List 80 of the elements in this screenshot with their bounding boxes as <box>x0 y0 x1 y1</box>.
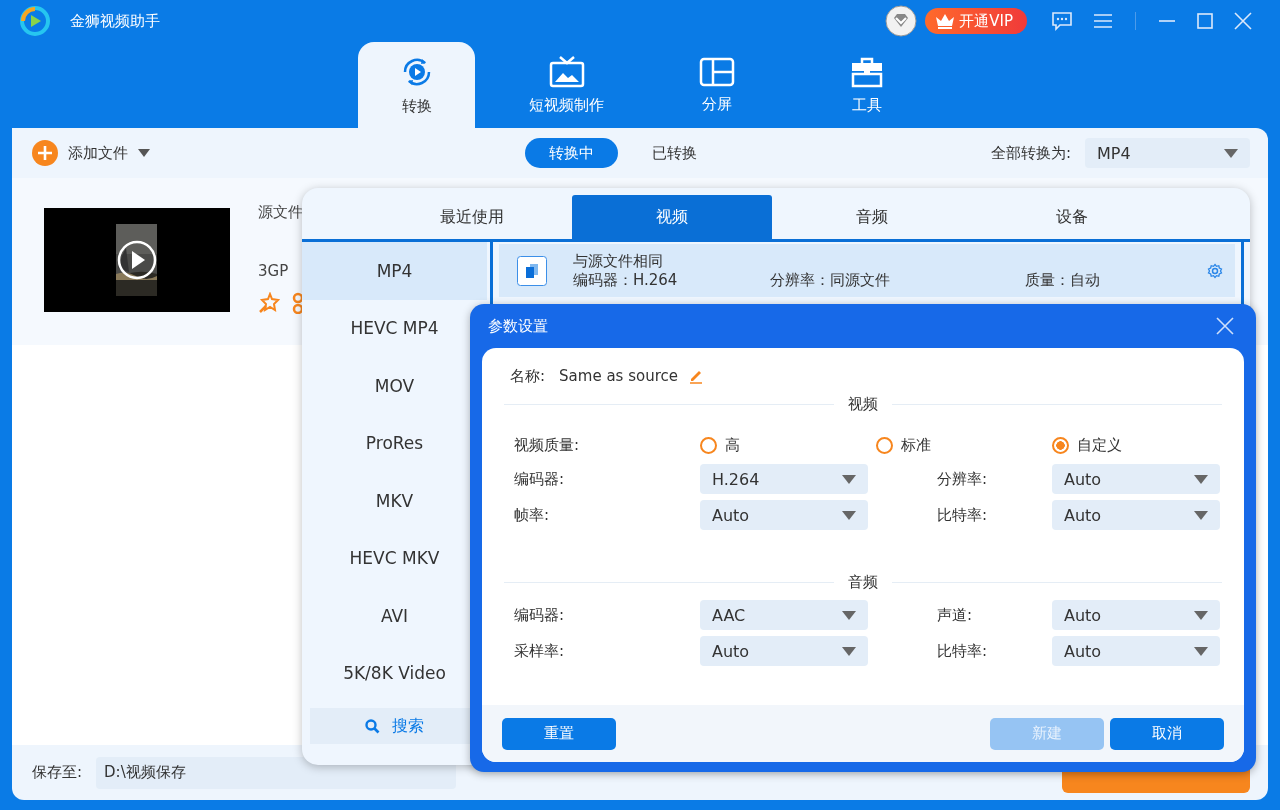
nav-tab[interactable]: 工具 <box>808 42 925 128</box>
file-name: 源文件 <box>258 203 304 222</box>
radio-label: 自定义 <box>1077 435 1122 455</box>
field-label: 声道: <box>937 605 974 625</box>
field-label: 帧率: <box>514 505 551 525</box>
file-format: 3GP <box>258 262 290 280</box>
split-screen-icon <box>698 56 735 87</box>
reset-button[interactable]: 重置 <box>502 717 616 750</box>
field-label: 分辨率: <box>937 469 989 489</box>
caret-icon <box>1194 474 1208 484</box>
dropdown[interactable]: H.264 <box>700 464 868 494</box>
caret-icon <box>1224 148 1238 158</box>
field-label: 编码器: <box>514 605 566 625</box>
dropdown[interactable]: Auto <box>1052 600 1220 630</box>
caret-icon <box>842 646 856 656</box>
save-label: 保存至: <box>32 763 83 782</box>
preset-quality: 质量：自动 <box>1025 270 1100 290</box>
settings-icon[interactable] <box>1207 262 1223 279</box>
preset-encoder: 编码器：H.264 <box>573 270 679 290</box>
field-label: 比特率: <box>937 505 989 525</box>
dropdown[interactable]: MP4 <box>1085 138 1250 168</box>
nav-tab[interactable]: 转换 <box>358 42 475 128</box>
dropdown[interactable]: Auto <box>700 636 868 666</box>
caret-icon <box>842 474 856 484</box>
chat-icon[interactable] <box>1051 11 1073 31</box>
window-title: 金狮视频助手 <box>70 11 160 31</box>
caret-icon <box>842 510 856 520</box>
status-tab[interactable]: 已转换 <box>628 138 721 168</box>
format-tab[interactable]: 最近使用 <box>372 195 572 239</box>
magic-wand-icon[interactable] <box>258 292 280 314</box>
preset-row[interactable]: 与源文件相同 编码器：H.264 分辨率：同源文件 质量：自动 <box>499 244 1235 297</box>
dropdown[interactable]: AAC <box>700 600 868 630</box>
section-title: 音频 <box>834 572 892 592</box>
name-label: 名称: <box>510 366 546 386</box>
tv-icon <box>548 55 585 88</box>
format-tab[interactable]: 音频 <box>772 195 972 239</box>
preset-resolution: 分辨率：同源文件 <box>770 270 891 290</box>
search-icon <box>365 718 380 734</box>
app-logo <box>20 6 50 36</box>
section-title: 视频 <box>834 394 892 414</box>
crown-icon <box>935 13 956 29</box>
format-item[interactable]: MP4 <box>302 242 487 300</box>
field-label: 比特率: <box>937 641 989 661</box>
caret-icon <box>138 149 150 157</box>
radio-label: 高 <box>725 435 740 455</box>
toolbox-icon <box>849 55 884 88</box>
menu-icon[interactable] <box>1093 13 1113 29</box>
nav-tab[interactable]: 分屏 <box>658 42 775 128</box>
dropdown[interactable]: Auto <box>1052 464 1220 494</box>
play-icon[interactable] <box>117 240 157 280</box>
add-file-button[interactable]: 添加文件 <box>32 140 150 166</box>
caret-icon <box>1194 610 1208 620</box>
format-tab[interactable]: 视频 <box>572 195 772 239</box>
plus-icon <box>32 140 58 166</box>
field-label: 视频质量: <box>514 435 581 455</box>
preset-name: 与源文件相同 <box>573 251 664 271</box>
dropdown[interactable]: Auto <box>1052 636 1220 666</box>
field-label: 编码器: <box>514 469 566 489</box>
maximize-icon[interactable] <box>1196 12 1214 30</box>
edit-icon[interactable] <box>688 368 704 384</box>
cancel-button[interactable]: 取消 <box>1110 717 1224 750</box>
close-icon[interactable] <box>1234 12 1252 30</box>
dropdown[interactable]: Auto <box>1052 500 1220 530</box>
close-icon[interactable] <box>1216 317 1234 335</box>
radio-button[interactable] <box>700 436 717 454</box>
format-tab[interactable]: 设备 <box>972 195 1172 239</box>
caret-icon <box>1194 646 1208 656</box>
dialog-title: 参数设置 <box>488 316 548 336</box>
name-value: Same as source <box>559 367 678 385</box>
nav-tab[interactable]: 短视频制作 <box>508 42 625 128</box>
radio-label: 标准 <box>901 435 931 455</box>
field-label: 采样率: <box>514 641 566 661</box>
dropdown[interactable]: Auto <box>700 500 868 530</box>
status-tab[interactable]: 转换中 <box>525 138 618 168</box>
caret-icon <box>1194 510 1208 520</box>
convert-all-label: 全部转换为: <box>990 143 1071 163</box>
radio-button[interactable] <box>876 436 893 454</box>
radio-button[interactable] <box>1052 436 1069 454</box>
video-file-icon <box>517 255 547 286</box>
caret-icon <box>842 610 856 620</box>
